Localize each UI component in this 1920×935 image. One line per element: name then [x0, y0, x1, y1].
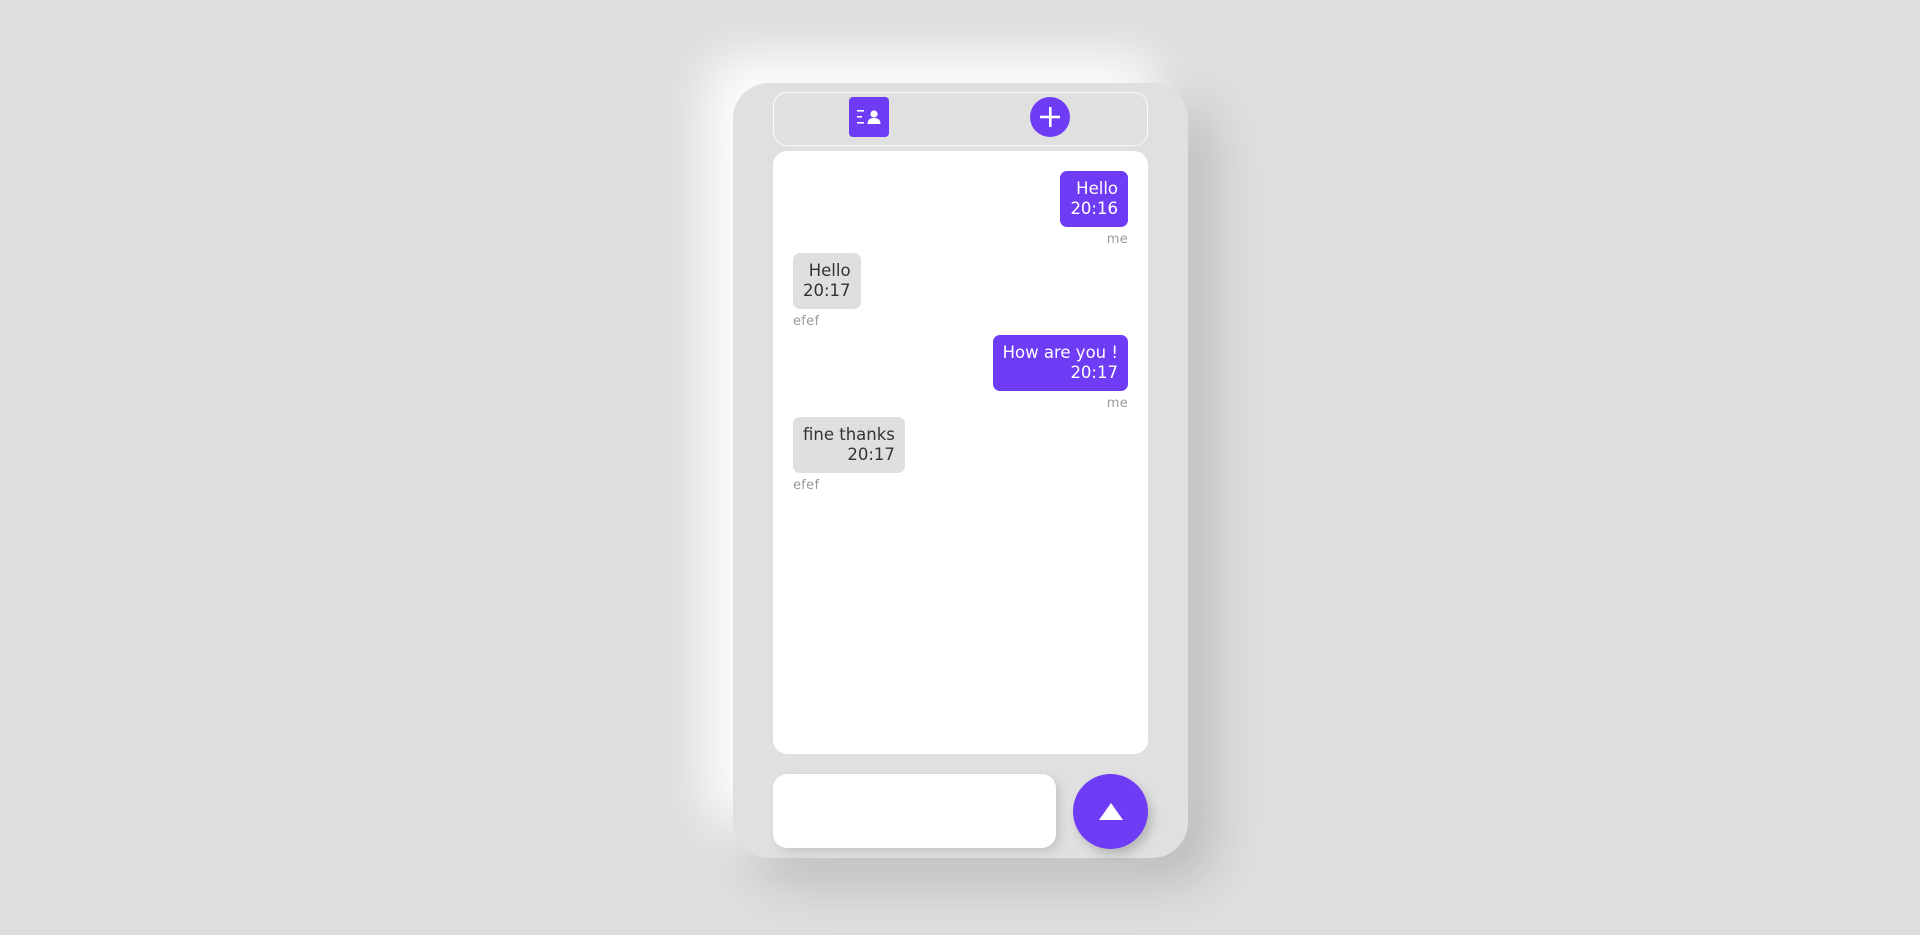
message-time: 20:17: [803, 281, 851, 300]
message-text: fine thanks: [803, 425, 895, 444]
triangle-up-icon: [1098, 802, 1123, 820]
message-time: 20:17: [1070, 363, 1118, 382]
message-item: Hello 20:17 efef: [793, 253, 1128, 329]
plus-icon: [1040, 107, 1060, 127]
contacts-button[interactable]: [849, 97, 889, 137]
message-text: Hello: [808, 261, 851, 280]
message-bubble: How are you ! 20:17: [992, 335, 1128, 391]
message-sender: efef: [793, 478, 820, 493]
message-list[interactable]: Hello 20:16 me Hello 20:17 efef How are …: [773, 151, 1148, 754]
message-text: How are you !: [1002, 343, 1118, 362]
message-bubble: Hello 20:16: [1060, 171, 1128, 227]
message-input-container: [773, 774, 1056, 848]
message-time: 20:17: [847, 445, 895, 464]
message-sender: me: [1106, 232, 1128, 247]
message-sender: efef: [793, 314, 820, 329]
chat-app-window: Hello 20:16 me Hello 20:17 efef How are …: [733, 83, 1188, 858]
message-item: How are you ! 20:17 me: [793, 335, 1128, 411]
message-sender: me: [1106, 396, 1128, 411]
message-bubble: fine thanks 20:17: [793, 417, 905, 473]
message-text: Hello: [1076, 179, 1118, 198]
message-item: fine thanks 20:17 efef: [793, 417, 1128, 493]
message-bubble: Hello 20:17: [793, 253, 861, 309]
top-bar: [773, 92, 1148, 146]
contacts-icon: [857, 110, 881, 124]
message-time: 20:16: [1070, 199, 1118, 218]
message-item: Hello 20:16 me: [793, 171, 1128, 247]
message-input[interactable]: [773, 774, 1056, 848]
add-conversation-button[interactable]: [1030, 97, 1070, 137]
send-button[interactable]: [1073, 774, 1148, 849]
